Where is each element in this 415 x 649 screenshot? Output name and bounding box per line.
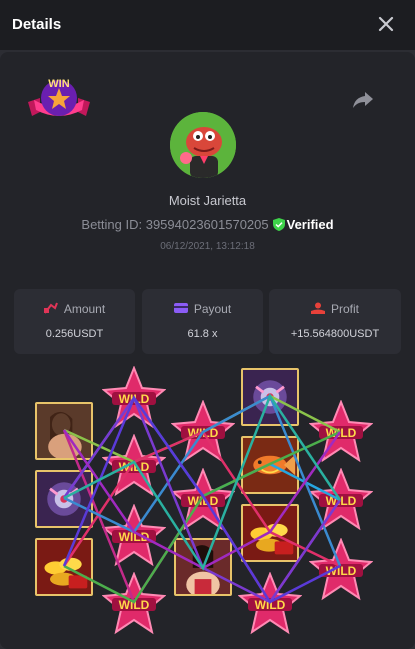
- svg-text:WILD: WILD: [188, 426, 219, 440]
- svg-text:WILD: WILD: [326, 494, 357, 508]
- profit-label: Profit: [330, 302, 359, 316]
- payout-value: 61.8 x: [187, 328, 218, 340]
- svg-text:WILD: WILD: [119, 392, 150, 406]
- wild-star-symbol: WILD: [238, 572, 302, 635]
- header: Details: [0, 0, 415, 50]
- amount-value: 0.256USDT: [45, 328, 104, 340]
- player-name: Moist Jarietta: [168, 193, 247, 208]
- win-logo: WIN: [28, 78, 90, 116]
- svg-text:WILD: WILD: [119, 530, 150, 544]
- share-icon[interactable]: [352, 89, 374, 109]
- amount-icon: [43, 302, 58, 314]
- payout-icon: [173, 303, 188, 313]
- wild-star-symbol: WILD: [309, 400, 373, 463]
- betting-id-row: Betting ID: 39594023601570205 Verified: [0, 217, 415, 232]
- wild-star-symbol: WILD: [102, 572, 166, 635]
- slot-reel: WILD WILD WILD WILD WILD WILD WILD WILD …: [0, 362, 415, 649]
- svg-text:WILD: WILD: [119, 460, 150, 474]
- svg-text:WILD: WILD: [119, 598, 150, 612]
- verified-label: Verified: [286, 217, 334, 232]
- verified-shield-icon: [272, 218, 285, 231]
- avatar: [170, 112, 236, 178]
- symbol-lady-tile: [35, 402, 93, 460]
- amount-card: Amount 0.256USDT: [14, 289, 135, 354]
- wild-star-symbol: WILD: [102, 434, 166, 497]
- svg-text:WILD: WILD: [326, 426, 357, 440]
- close-icon[interactable]: [376, 14, 396, 34]
- symbol-purple-eye-tile: [241, 368, 299, 426]
- dialog-title: Details: [12, 16, 62, 33]
- profit-value: +15.564800USDT: [290, 328, 380, 340]
- svg-text:WIN: WIN: [48, 78, 69, 90]
- symbol-gold-ingot-tile: [35, 538, 93, 596]
- wild-star-symbol: WILD: [171, 468, 235, 531]
- symbol-lady-tile: [174, 538, 232, 596]
- svg-text:WILD: WILD: [188, 494, 219, 508]
- wild-star-symbol: WILD: [102, 366, 166, 429]
- svg-text:WILD: WILD: [326, 564, 357, 578]
- profit-card: Profit +15.564800USDT: [269, 289, 401, 354]
- payout-label: Payout: [193, 302, 232, 316]
- wild-star-symbol: WILD: [309, 468, 373, 531]
- amount-label: Amount: [63, 302, 106, 316]
- wild-star-symbol: WILD: [171, 400, 235, 463]
- svg-text:WILD: WILD: [255, 598, 286, 612]
- payout-card: Payout 61.8 x: [142, 289, 263, 354]
- betting-id: Betting ID: 39594023601570205: [81, 217, 269, 232]
- symbol-gold-ingot-tile: [241, 504, 299, 562]
- bet-datetime: 06/12/2021, 13:12:18: [160, 241, 255, 252]
- symbol-purple-eye-tile: [35, 470, 93, 528]
- wild-star-symbol: WILD: [309, 538, 373, 601]
- wild-star-symbol: WILD: [102, 504, 166, 567]
- symbol-koi-fish-tile: [241, 436, 299, 494]
- profit-icon: [310, 302, 325, 314]
